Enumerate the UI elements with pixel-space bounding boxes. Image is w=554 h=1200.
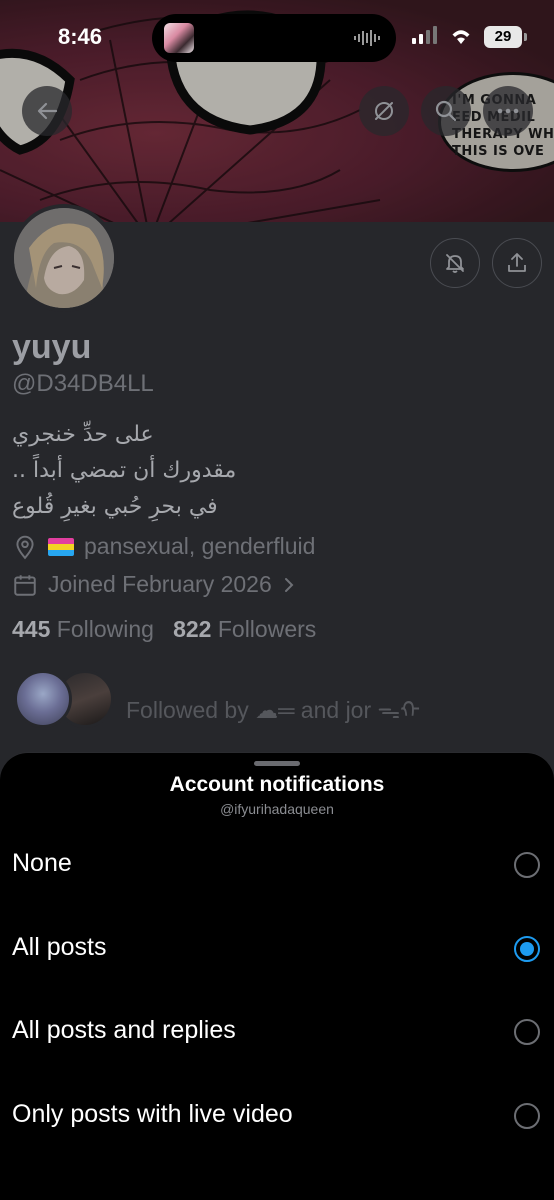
more-dots-icon — [497, 108, 519, 114]
option-label: None — [12, 849, 72, 877]
sheet-title: Account notifications — [169, 773, 385, 796]
signal-wifi-icons — [412, 26, 470, 44]
account-notifications-sheet: Account notifications @ifyurihadaqueen N… — [0, 752, 554, 1200]
avatar-illustration — [14, 208, 114, 308]
status-time: 8:46 — [58, 24, 103, 49]
radio-button[interactable] — [514, 1019, 540, 1045]
option-live-video[interactable]: Only posts with live video — [0, 1076, 554, 1156]
radio-button[interactable] — [514, 852, 540, 878]
bio-line: على حدِّ خنجري — [12, 422, 154, 447]
bio-line: مقدورك أن تمضي أبداً .. — [12, 458, 237, 483]
radio-button-selected[interactable] — [514, 936, 540, 962]
profile-joined[interactable]: Joined February 2026 — [12, 571, 296, 598]
arrow-left-icon — [37, 102, 58, 120]
grok-button[interactable] — [359, 86, 409, 136]
bio-line: في بحرِ حُبي بغيرِ قُلوع — [12, 494, 218, 519]
profile-avatar[interactable] — [10, 204, 118, 312]
option-all-posts-and-replies[interactable]: All posts and replies — [0, 992, 554, 1072]
back-button[interactable] — [22, 86, 72, 136]
status-bar: 8:46 29 — [0, 0, 554, 76]
battery-indicator: 29 — [484, 26, 522, 48]
profile-handle: @D34DB4LL — [12, 370, 154, 397]
profile-location: pansexual, genderfluid — [12, 533, 315, 560]
option-label: All posts — [12, 933, 107, 961]
follow-stats: 445 Following 822 Followers — [12, 616, 316, 643]
followers-link[interactable]: 822 Followers — [173, 616, 316, 642]
dynamic-island[interactable] — [152, 14, 396, 62]
chevron-right-icon — [284, 577, 294, 592]
sheet-subtitle: @ifyurihadaqueen — [220, 801, 334, 817]
calendar-icon — [14, 574, 36, 596]
location-pin-icon — [16, 535, 34, 559]
slash-circle-icon — [375, 102, 393, 120]
radio-button[interactable] — [514, 1103, 540, 1129]
search-icon — [435, 100, 457, 122]
option-label: All posts and replies — [12, 1016, 236, 1044]
option-all-posts[interactable]: All posts — [0, 909, 554, 989]
notifications-toggle-button[interactable] — [430, 238, 480, 288]
profile-name: yuyu — [12, 328, 92, 366]
option-none[interactable]: None — [0, 825, 554, 905]
share-button[interactable] — [492, 238, 542, 288]
share-icon — [508, 253, 526, 272]
bell-slash-icon — [446, 254, 464, 273]
follower-avatar[interactable] — [14, 670, 72, 728]
followed-by-text[interactable]: Followed by ☁═ and jor ᯓᡣ — [126, 684, 420, 725]
sheet-grabber[interactable] — [254, 761, 300, 766]
option-label: Only posts with live video — [12, 1100, 293, 1128]
more-button[interactable] — [483, 86, 533, 136]
audio-waveform-icon — [354, 30, 380, 46]
search-button[interactable] — [421, 86, 471, 136]
now-playing-artwork — [164, 23, 194, 53]
following-link[interactable]: 445 Following — [12, 616, 154, 642]
pride-flag-icon — [48, 537, 74, 556]
